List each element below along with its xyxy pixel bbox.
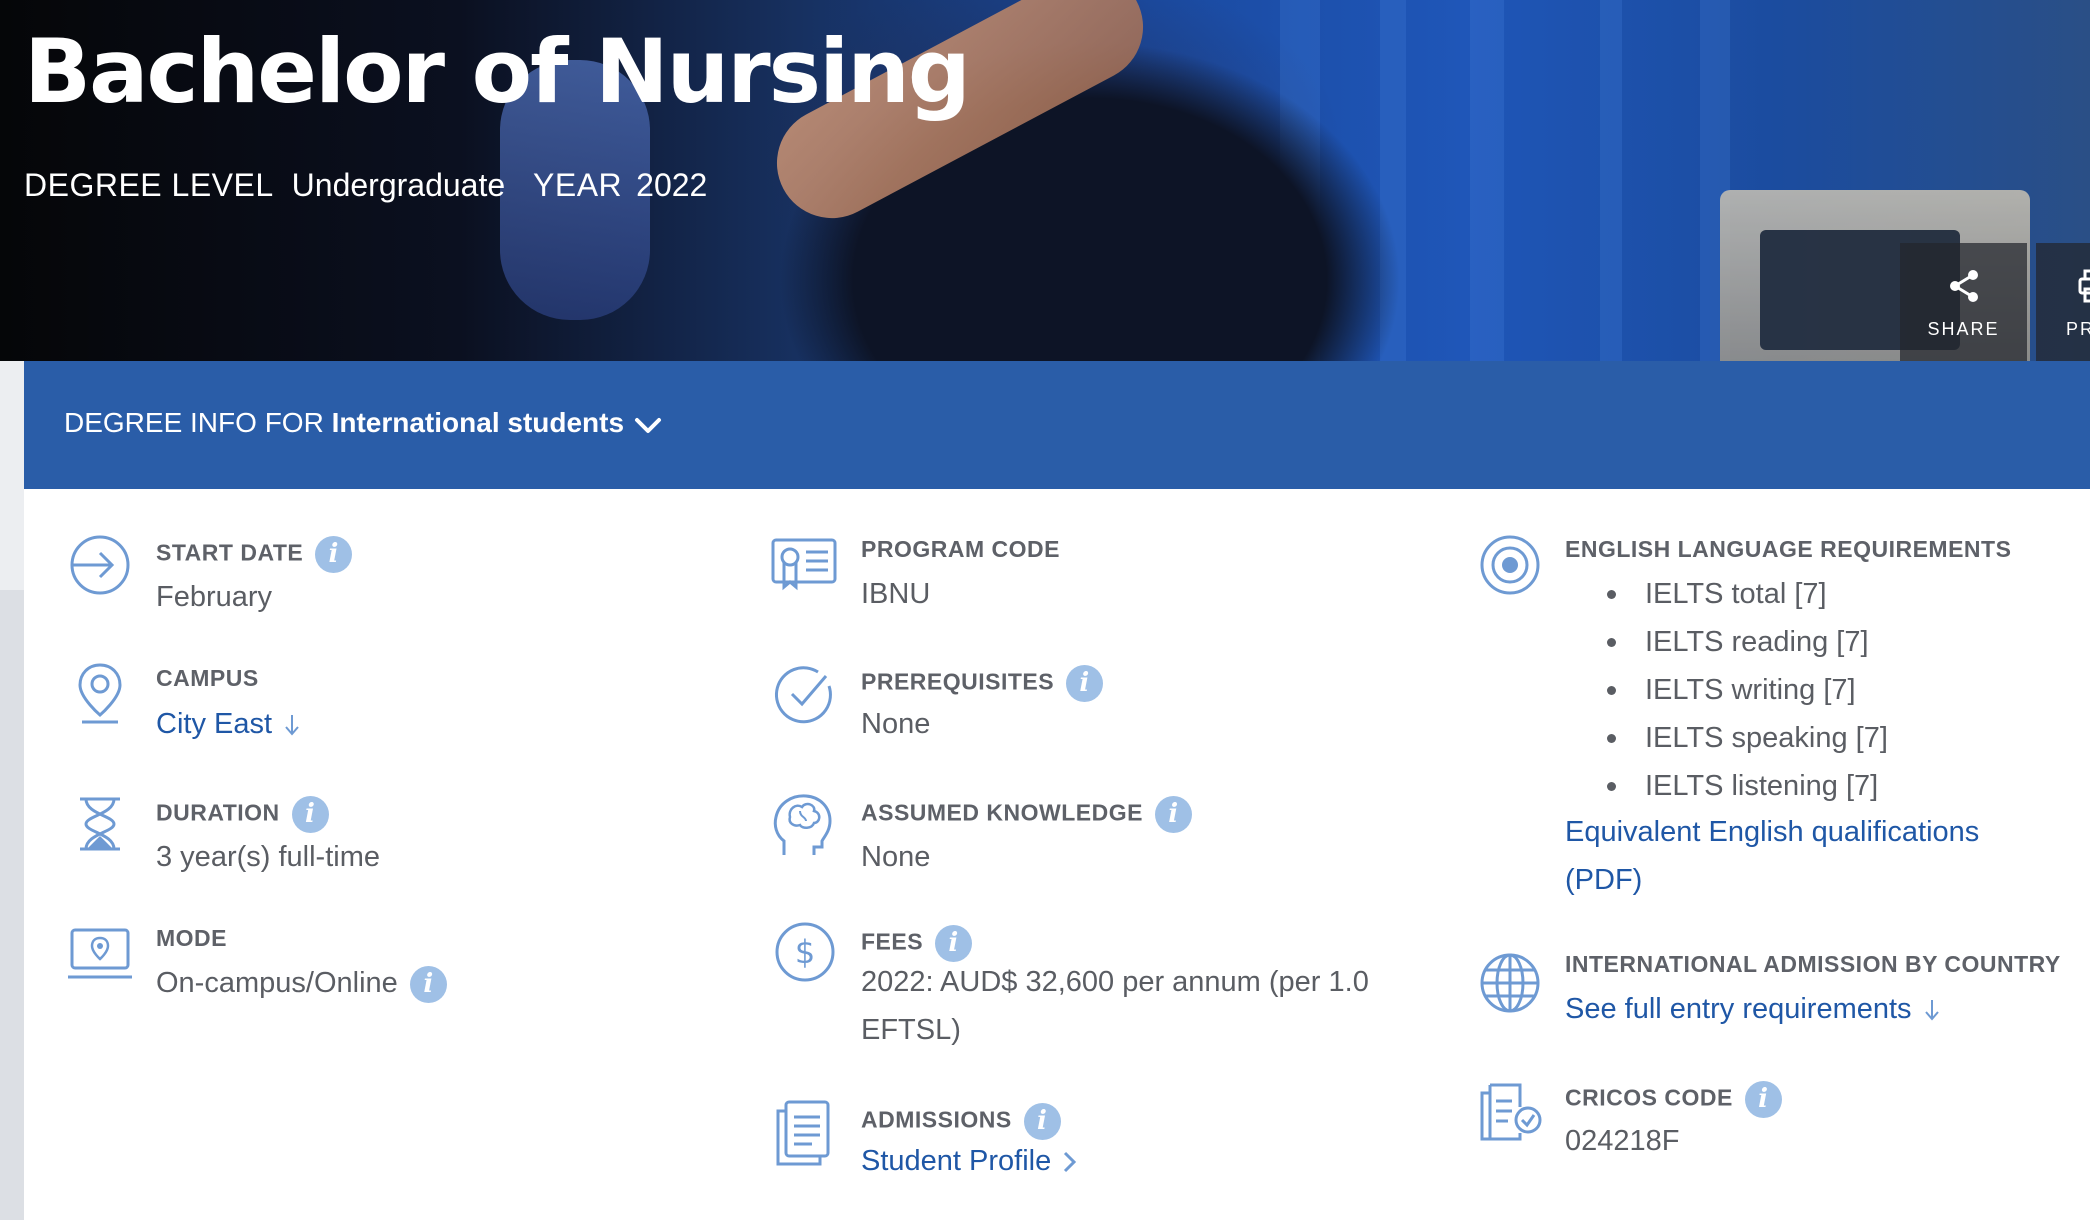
assumed-knowledge-label-text: ASSUMED KNOWLEDGE <box>861 799 1143 826</box>
check-circle-icon <box>774 666 832 724</box>
full-entry-requirements-value: See full entry requirements <box>1565 993 1912 1025</box>
mode-value-row: On-campus/Online i <box>156 966 447 1003</box>
print-button[interactable]: PR <box>2036 243 2090 361</box>
location-pin-icon <box>78 663 122 724</box>
program-code-value: IBNU <box>861 578 931 610</box>
assumed-knowledge-value: None <box>861 841 931 873</box>
fees-value-line2: EFTSL) <box>861 1014 961 1046</box>
admissions-label: ADMISSIONS i <box>861 1103 1061 1140</box>
ielts-total: IELTS total [7] <box>1565 570 1888 618</box>
prerequisites-info-icon[interactable]: i <box>1066 665 1104 702</box>
ielts-speaking: IELTS speaking [7] <box>1565 714 1888 762</box>
svg-text:$: $ <box>795 933 815 971</box>
chevron-right-icon <box>1064 1152 1077 1173</box>
student-profile-link[interactable]: Student Profile <box>861 1145 1077 1178</box>
year-value: 2022 <box>636 167 708 203</box>
prerequisites-label-text: PREREQUISITES <box>861 668 1055 695</box>
student-profile-value: Student Profile <box>861 1145 1052 1177</box>
start-date-label-text: START DATE <box>156 539 304 566</box>
prerequisites-value: None <box>861 708 931 740</box>
fees-label-text: FEES <box>861 928 924 955</box>
cricos-code-info-icon[interactable]: i <box>1744 1081 1782 1118</box>
campus-link[interactable]: City East <box>156 708 300 741</box>
laptop-location-icon <box>68 928 132 979</box>
equivalent-english-link[interactable]: Equivalent English qualifications <box>1565 816 1979 849</box>
duration-value: 3 year(s) full-time <box>156 841 380 873</box>
arrow-right-circle-icon <box>70 535 130 595</box>
mode-value: On-campus/Online <box>156 967 398 1000</box>
share-button[interactable]: SHARE <box>1900 243 2027 361</box>
print-label: PR <box>2066 319 2090 339</box>
full-entry-requirements-link[interactable]: See full entry requirements <box>1565 993 1940 1026</box>
page-title: Bachelor of Nursing <box>24 20 971 123</box>
arrow-down-icon <box>1924 1000 1939 1021</box>
audience-value: International students <box>331 407 625 438</box>
share-label: SHARE <box>1927 319 2000 339</box>
fees-label: FEES i <box>861 925 973 962</box>
globe-icon <box>1480 953 1540 1013</box>
cricos-code-label-text: CRICOS CODE <box>1565 1084 1733 1111</box>
mode-info-icon[interactable]: i <box>409 966 447 1003</box>
duration-label: DURATION i <box>156 796 329 833</box>
duration-info-icon[interactable]: i <box>291 796 329 833</box>
degree-level: DEGREE LEVEL Undergraduate <box>24 167 505 204</box>
start-date-label: START DATE i <box>156 536 353 573</box>
admissions-label-text: ADMISSIONS <box>861 1106 1012 1133</box>
cricos-code-label: CRICOS CODE i <box>1565 1081 1782 1118</box>
campus-label: CAMPUS <box>156 665 259 691</box>
chevron-down-icon <box>635 418 661 433</box>
arrow-down-icon <box>285 715 299 736</box>
start-date-value: February <box>156 581 273 613</box>
equivalent-english-link-pdf[interactable]: (PDF) <box>1565 864 1642 897</box>
cricos-code-value: 024218F <box>1565 1125 1680 1157</box>
checklist-icon <box>1480 1083 1542 1141</box>
campus-value: City East <box>156 708 273 740</box>
duration-label-text: DURATION <box>156 799 280 826</box>
degree-level-label: DEGREE LEVEL <box>24 167 274 203</box>
english-requirements-label: ENGLISH LANGUAGE REQUIREMENTS <box>1565 536 2012 562</box>
ielts-reading: IELTS reading [7] <box>1565 618 1888 666</box>
degree-info-panel: START DATE i February CAMPUS City East DU… <box>24 489 2090 1220</box>
page-gutter <box>0 590 24 1220</box>
mode-label: MODE <box>156 925 227 951</box>
intl-admission-label: INTERNATIONAL ADMISSION BY COUNTRY <box>1565 951 2061 977</box>
audience-selector[interactable]: DEGREE INFO FOR International students <box>24 361 2090 489</box>
share-icon <box>1950 270 1978 302</box>
fees-info-icon[interactable]: i <box>935 925 973 962</box>
document-icon <box>776 1100 830 1166</box>
assumed-knowledge-label: ASSUMED KNOWLEDGE i <box>861 796 1192 833</box>
degree-level-value: Undergraduate <box>291 167 506 203</box>
curtain-stripe <box>1600 0 1622 361</box>
prerequisites-label: PREREQUISITES i <box>861 665 1104 702</box>
audience-selector-text: DEGREE INFO FOR International students <box>64 407 624 439</box>
program-code-label: PROGRAM CODE <box>861 536 1060 562</box>
hourglass-icon <box>80 797 120 851</box>
hero-banner: Bachelor of Nursing DEGREE LEVEL Undergra… <box>0 0 2090 361</box>
audience-prefix: DEGREE INFO FOR <box>64 407 324 438</box>
admissions-info-icon[interactable]: i <box>1023 1103 1061 1140</box>
certificate-icon <box>771 538 837 591</box>
brain-head-icon <box>773 794 832 855</box>
year-label: YEAR <box>533 167 623 203</box>
year: YEAR 2022 <box>533 167 707 204</box>
assumed-knowledge-info-icon[interactable]: i <box>1154 796 1192 833</box>
print-icon <box>2078 269 2090 303</box>
ielts-writing: IELTS writing [7] <box>1565 666 1888 714</box>
target-icon <box>1480 535 1540 595</box>
fees-value-line1: 2022: AUD$ 32,600 per annum (per 1.0 <box>861 966 1369 998</box>
dollar-circle-icon: $ <box>775 922 835 982</box>
ielts-list: IELTS total [7] IELTS reading [7] IELTS … <box>1565 570 1888 810</box>
ielts-listening: IELTS listening [7] <box>1565 762 1888 810</box>
start-date-info-icon[interactable]: i <box>315 536 353 573</box>
